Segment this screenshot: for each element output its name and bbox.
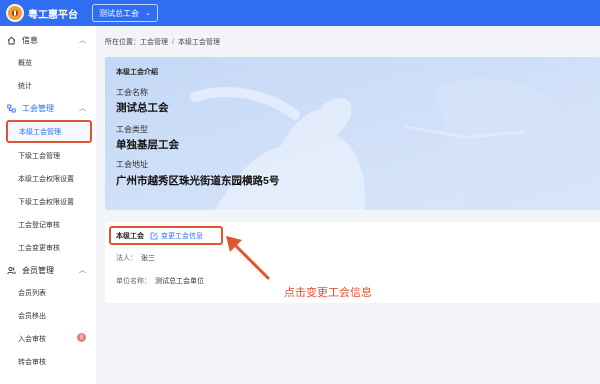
annotation-text: 点击变更工会信息 xyxy=(284,287,372,299)
breadcrumb: 所在位置：工会管理 / 本级工会管理 xyxy=(105,37,220,47)
chevron-up-icon: ︿ xyxy=(79,37,86,44)
union-type-label: 工会类型 xyxy=(116,125,148,134)
sidebar-item-this-level-union[interactable]: 本级工会管理 xyxy=(6,120,92,143)
union-intro-card: 本级工会介绍 工会名称 测试总工会 工会类型 单独基层工会 工会地址 广州市越秀… xyxy=(105,57,600,210)
info-card-title: 本级工会 xyxy=(116,232,144,240)
sidebar-item-member-removal[interactable]: 会员移出 xyxy=(0,304,96,327)
sidebar: 信息 ︿ 概览 统计 工会管理 ︿ 本级工会管理 下级工会管理 本级工会权限设置… xyxy=(0,26,96,384)
sidebar-item-this-level-permissions[interactable]: 本级工会权限设置 xyxy=(0,167,96,190)
app-title: 粤工惠平台 xyxy=(28,9,78,21)
union-name-value: 测试总工会 xyxy=(116,102,169,114)
sidebar-item-label: 入会审核 xyxy=(18,335,46,343)
unit-name-row: 单位名称： 测试总工会单位 xyxy=(116,276,204,286)
edit-icon xyxy=(150,232,158,239)
annotation-arrow-icon xyxy=(226,236,270,280)
sidebar-group-label: 会员管理 xyxy=(22,265,54,275)
chevron-up-icon: ︿ xyxy=(79,267,86,274)
legal-person-row: 法人： 张三 xyxy=(116,253,155,263)
unit-name-label: 单位名称： xyxy=(116,278,151,285)
legal-person-label: 法人： xyxy=(116,255,137,262)
unit-name-value: 测试总工会单位 xyxy=(155,278,204,285)
breadcrumb-level1[interactable]: 工会管理 xyxy=(140,39,168,46)
sidebar-item-sub-unions[interactable]: 下级工会管理 xyxy=(0,144,96,167)
info-card-header: 本级工会 变更工会信息 xyxy=(109,226,223,245)
sidebar-item-member-list[interactable]: 会员列表 xyxy=(0,281,96,304)
legal-person-value: 张三 xyxy=(141,255,155,262)
sidebar-item-statistics[interactable]: 统计 xyxy=(0,74,96,97)
org-selector-value: 测试总工会 xyxy=(99,8,139,18)
sidebar-item-transfer-review[interactable]: 转会审核 xyxy=(0,350,96,373)
sidebar-group-member-management[interactable]: 会员管理 ︿ xyxy=(0,259,96,281)
sidebar-group-label: 工会管理 xyxy=(22,103,54,113)
sidebar-item-overview[interactable]: 概览 xyxy=(0,51,96,74)
union-address-value: 广州市越秀区珠光街道东园横路5号 xyxy=(116,175,280,187)
union-name-label: 工会名称 xyxy=(116,88,148,97)
union-emblem-icon xyxy=(6,4,24,22)
sidebar-group-union-management[interactable]: 工会管理 ︿ xyxy=(0,97,96,119)
union-type-value: 单独基层工会 xyxy=(116,139,179,151)
org-icon xyxy=(6,103,16,113)
count-badge: 8 xyxy=(77,333,86,342)
breadcrumb-prefix: 所在位置： xyxy=(105,39,140,46)
change-union-info-button[interactable]: 变更工会信息 xyxy=(150,231,203,241)
top-bar: 粤工惠平台 测试总工会 ⌄ xyxy=(0,0,600,26)
sidebar-group-label: 信息 xyxy=(22,35,38,45)
sidebar-group-info[interactable]: 信息 ︿ xyxy=(0,29,96,51)
sidebar-item-registration-review[interactable]: 工会登记审核 xyxy=(0,213,96,236)
app-logo[interactable]: 粤工惠平台 xyxy=(6,4,78,22)
org-selector[interactable]: 测试总工会 ⌄ xyxy=(92,4,158,22)
chevron-down-icon: ⌄ xyxy=(145,10,151,17)
union-address-label: 工会地址 xyxy=(116,160,148,169)
sidebar-item-change-review[interactable]: 工会变更审核 xyxy=(0,236,96,259)
sidebar-item-join-review[interactable]: 入会审核 8 xyxy=(0,327,96,350)
breadcrumb-separator: / xyxy=(172,39,174,46)
home-icon xyxy=(6,35,16,45)
users-icon xyxy=(6,265,16,275)
change-union-info-label: 变更工会信息 xyxy=(161,232,203,240)
sidebar-item-sub-permissions[interactable]: 下级工会权限设置 xyxy=(0,190,96,213)
intro-title: 本级工会介绍 xyxy=(116,69,158,76)
breadcrumb-level2: 本级工会管理 xyxy=(177,39,220,46)
chevron-up-icon: ︿ xyxy=(79,105,86,112)
